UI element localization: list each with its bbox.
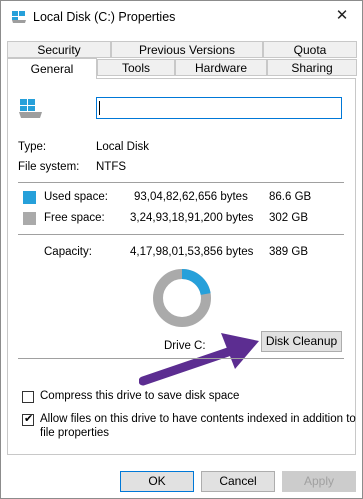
close-icon: ✕ — [335, 7, 349, 24]
divider — [18, 358, 344, 359]
index-label-line2: file properties — [40, 427, 110, 439]
text-caret — [99, 101, 100, 115]
tab-security[interactable]: Security — [7, 41, 111, 58]
tab-tools[interactable]: Tools — [97, 59, 175, 76]
free-space-bytes: 3,24,93,18,91,200 bytes — [130, 212, 254, 224]
tab-previous-versions[interactable]: Previous Versions — [111, 41, 263, 58]
drive-icon — [12, 11, 26, 23]
divider — [18, 234, 344, 235]
tab-hardware[interactable]: Hardware — [175, 59, 267, 76]
compress-label: Compress this drive to save disk space — [40, 390, 240, 402]
ok-button[interactable]: OK — [120, 471, 194, 492]
tab-general[interactable]: General — [7, 58, 97, 79]
filesystem-value: NTFS — [96, 161, 127, 173]
free-space-label: Free space: — [44, 212, 105, 224]
used-space-label: Used space: — [44, 191, 108, 203]
apply-button[interactable]: Apply — [282, 471, 356, 492]
tab-quota[interactable]: Quota — [263, 41, 357, 58]
close-button[interactable]: ✕ — [330, 5, 354, 27]
divider — [18, 182, 344, 183]
disk-cleanup-button[interactable]: Disk Cleanup — [261, 331, 342, 352]
type-label: Type: — [18, 141, 47, 153]
type-value: Local Disk — [96, 141, 150, 153]
filesystem-label: File system: — [18, 161, 80, 173]
free-space-swatch — [23, 212, 36, 225]
annotation-arrow — [139, 333, 259, 386]
free-space-size: 302 GB — [269, 212, 308, 224]
used-space-bytes: 93,04,82,62,656 bytes — [134, 191, 248, 203]
capacity-label: Capacity: — [44, 246, 92, 258]
used-space-swatch — [23, 191, 36, 204]
tab-sharing[interactable]: Sharing — [267, 59, 357, 76]
title-bar: Local Disk (C:) Properties ✕ — [1, 1, 362, 33]
disk-usage-donut — [153, 269, 211, 327]
window-title: Local Disk (C:) Properties — [33, 10, 176, 24]
checkmark-icon: ✔ — [24, 413, 34, 425]
properties-window: Local Disk (C:) Properties ✕ Security Pr… — [0, 0, 363, 499]
index-checkbox[interactable]: ✔ — [22, 413, 34, 426]
index-label-line1: Allow files on this drive to have conten… — [40, 413, 356, 425]
capacity-bytes: 4,17,98,01,53,856 bytes — [130, 246, 254, 258]
cancel-button[interactable]: Cancel — [201, 471, 275, 492]
tab-strip: Security Previous Versions Quota General… — [7, 41, 357, 79]
volume-name-input[interactable] — [96, 97, 342, 119]
drive-icon — [19, 99, 42, 118]
used-space-size: 86.6 GB — [269, 191, 312, 203]
compress-checkbox[interactable] — [22, 391, 34, 403]
capacity-size: 389 GB — [269, 246, 308, 258]
